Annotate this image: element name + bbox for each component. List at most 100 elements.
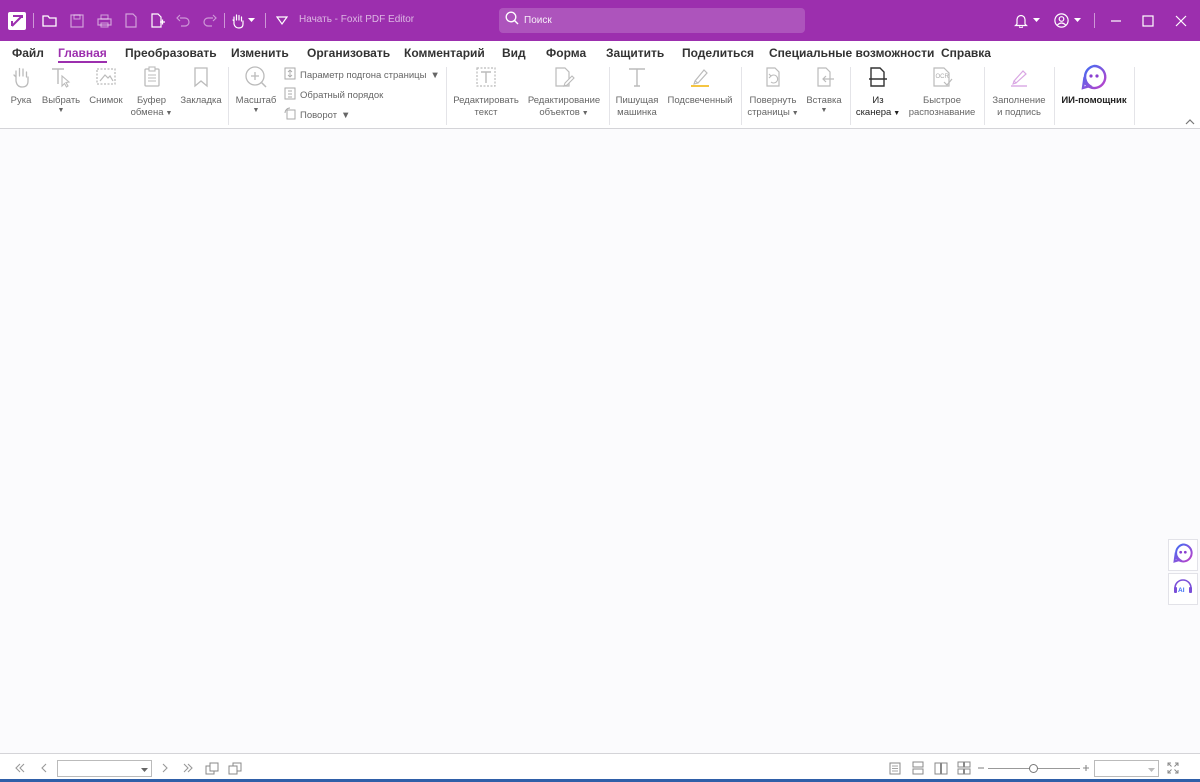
ai-support-side-button[interactable]: AI <box>1168 573 1198 605</box>
dropdown-arrow-icon: ▼ <box>579 110 589 117</box>
clipboard-icon <box>142 65 162 93</box>
select-text-icon <box>50 66 72 93</box>
dropdown-arrow-icon: ▼ <box>252 107 260 114</box>
insert-button[interactable]: Вставка ▼ <box>803 63 845 115</box>
tab-view[interactable]: Вид <box>502 46 526 60</box>
toolbar-separator <box>33 13 34 28</box>
rotate-pages-icon <box>762 66 784 93</box>
previous-page-icon[interactable] <box>36 754 52 782</box>
dropdown-arrow-icon: ▼ <box>163 110 173 117</box>
continuous-facing-view-icon[interactable] <box>955 754 973 782</box>
page-number-input[interactable] <box>57 760 152 777</box>
tab-home[interactable]: Главная <box>58 46 107 63</box>
ribbon-separator <box>228 67 229 125</box>
collapse-ribbon-icon[interactable] <box>1184 115 1196 127</box>
tab-organize[interactable]: Организовать <box>307 46 390 60</box>
reverse-order-icon <box>284 87 296 103</box>
zoom-in-icon[interactable] <box>1080 754 1092 782</box>
account-button[interactable] <box>1050 0 1084 41</box>
menu-bar: Файл Главная Преобразовать Изменить Орга… <box>0 41 1200 63</box>
zoom-out-icon[interactable] <box>975 754 987 782</box>
fill-sign-button[interactable]: Заполнение и подпись <box>988 63 1050 119</box>
maximize-icon[interactable] <box>1133 0 1163 41</box>
ribbon-separator <box>1054 67 1055 125</box>
tab-file[interactable]: Файл <box>12 46 44 60</box>
rotate-button[interactable]: Поворот ▼ <box>284 107 350 123</box>
dropdown-arrow-icon: ▼ <box>891 110 901 117</box>
hand-tool-icon[interactable] <box>230 0 256 41</box>
from-scanner-button[interactable]: Из сканера ▼ <box>855 63 901 119</box>
ai-assistant-button[interactable]: ИИ-помощник <box>1058 63 1130 107</box>
select-button[interactable]: Выбрать ▼ <box>40 63 82 115</box>
bookmark-button[interactable]: Закладка <box>179 63 223 107</box>
typewriter-button[interactable]: Пишущая машинка <box>614 63 660 119</box>
toolbar-separator <box>265 13 266 28</box>
print-icon[interactable] <box>95 0 113 41</box>
tab-help[interactable]: Справка <box>941 46 991 60</box>
notifications-button[interactable] <box>1010 0 1044 41</box>
pdf-create-icon[interactable] <box>122 0 140 41</box>
fill-sign-icon <box>1008 66 1030 93</box>
next-page-icon[interactable] <box>157 754 173 782</box>
customize-toolbar-icon[interactable] <box>273 0 291 41</box>
highlighter-icon <box>689 66 711 93</box>
zoom-level-input[interactable] <box>1094 760 1159 777</box>
ribbon-separator <box>850 67 851 125</box>
new-page-icon[interactable] <box>148 0 166 41</box>
tab-accessibility[interactable]: Специальные возможности <box>769 46 934 60</box>
tab-edit[interactable]: Изменить <box>231 46 289 60</box>
facing-view-icon[interactable] <box>932 754 950 782</box>
chevron-down-icon[interactable] <box>141 760 148 778</box>
ai-chat-side-button[interactable] <box>1168 539 1198 571</box>
ai-chat-icon <box>1173 543 1193 568</box>
search-box[interactable] <box>499 8 805 33</box>
redo-icon[interactable] <box>201 0 219 41</box>
search-input[interactable] <box>524 15 784 26</box>
zoom-slider-thumb[interactable] <box>1029 764 1038 773</box>
reverse-order-button[interactable]: Обратный порядок <box>284 87 383 103</box>
minimize-icon[interactable] <box>1101 0 1131 41</box>
tab-form[interactable]: Форма <box>546 46 586 60</box>
save-icon[interactable] <box>68 0 86 41</box>
svg-text:OCR: OCR <box>936 74 950 80</box>
first-page-icon[interactable] <box>12 754 28 782</box>
document-area[interactable]: AI <box>0 130 1200 753</box>
undo-icon[interactable] <box>174 0 192 41</box>
open-folder-icon[interactable] <box>41 0 59 41</box>
edit-object-button[interactable]: Редактирование объектов ▼ <box>524 63 604 119</box>
next-view-icon[interactable] <box>226 754 244 782</box>
quick-ocr-button[interactable]: OCR Быстрое распознавание <box>905 63 979 119</box>
rotate-icon <box>284 107 296 123</box>
fullscreen-icon[interactable] <box>1164 754 1182 782</box>
single-page-view-icon[interactable] <box>886 754 904 782</box>
edit-text-button[interactable]: Редактировать текст <box>451 63 521 119</box>
ocr-icon: OCR <box>930 66 954 93</box>
close-icon[interactable] <box>1166 0 1196 41</box>
app-logo-icon[interactable] <box>6 0 28 41</box>
toolbar-separator <box>1094 13 1095 28</box>
ai-assistant-icon <box>1081 64 1107 95</box>
rotate-pages-button[interactable]: Повернуть страницы ▼ <box>746 63 800 119</box>
tab-share[interactable]: Поделиться <box>682 46 754 60</box>
ribbon-separator <box>446 67 447 125</box>
clipboard-button[interactable]: Буфер обмена ▼ <box>129 63 174 119</box>
last-page-icon[interactable] <box>180 754 196 782</box>
hand-button[interactable]: Рука <box>5 63 37 107</box>
chevron-down-icon[interactable] <box>1148 760 1155 778</box>
tab-comment[interactable]: Комментарий <box>404 46 485 60</box>
continuous-view-icon[interactable] <box>909 754 927 782</box>
previous-view-icon[interactable] <box>203 754 221 782</box>
tab-protect[interactable]: Защитить <box>606 46 664 60</box>
snapshot-button[interactable]: Снимок <box>86 63 126 107</box>
fit-page-button[interactable]: Параметр подгона страницы ▼ <box>284 67 440 83</box>
tab-convert[interactable]: Преобразовать <box>125 46 217 60</box>
dropdown-arrow-icon: ▼ <box>820 107 828 114</box>
bell-icon <box>1014 13 1028 28</box>
insert-page-icon <box>813 66 835 93</box>
zoom-button[interactable]: Масштаб ▼ <box>234 63 278 115</box>
highlight-button[interactable]: Подсвеченный <box>664 63 736 107</box>
edit-text-icon <box>475 66 497 93</box>
title-bar: Начать - Foxit PDF Editor <box>0 0 1200 41</box>
scanner-icon <box>868 66 888 93</box>
ribbon-separator <box>1134 67 1135 125</box>
